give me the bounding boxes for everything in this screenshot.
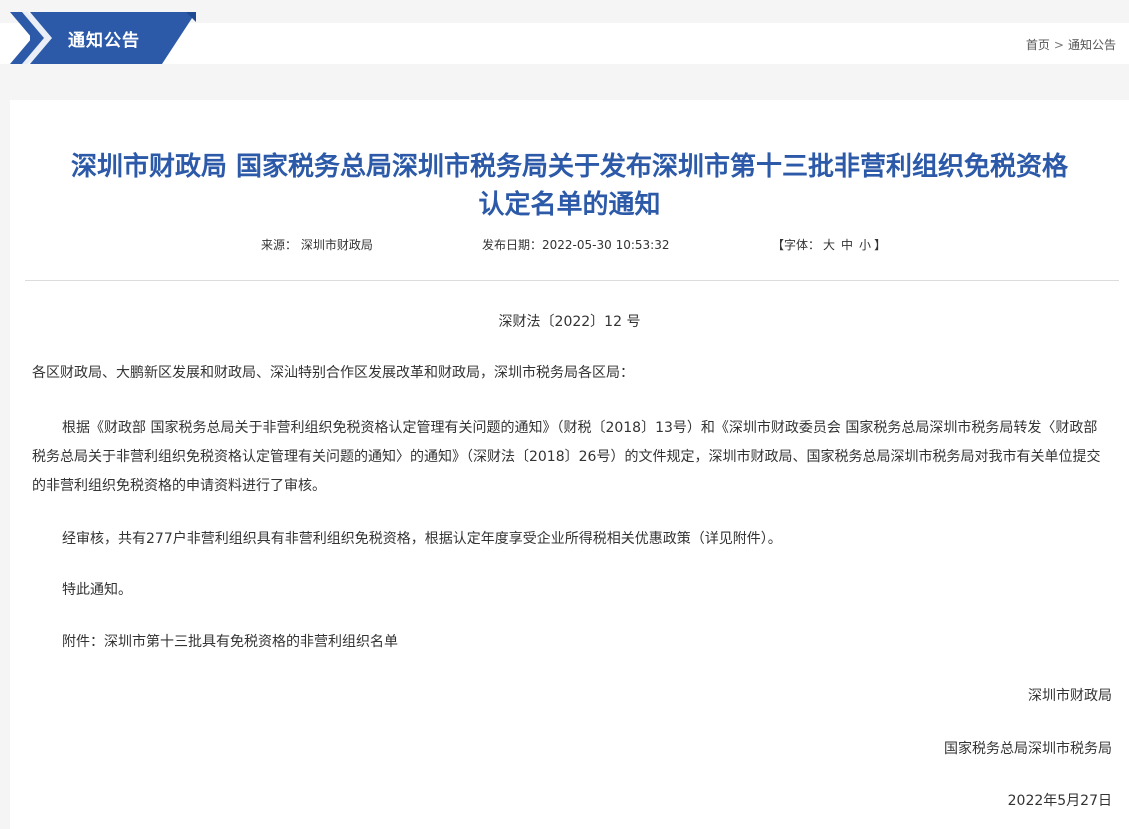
breadcrumb-separator: >: [1053, 38, 1064, 52]
article-title-line2: 认定名单的通知: [478, 190, 661, 220]
meta-date-label: 发布日期：: [482, 238, 543, 252]
meta-source-value: 深圳市财政局: [300, 238, 373, 252]
font-size-close: 】: [874, 238, 887, 252]
signature-date: 2022年5月27日: [1007, 793, 1112, 809]
breadcrumb-home-link[interactable]: 首页: [1026, 36, 1050, 53]
article-meta: 来源： 深圳市财政局 发布日期：2022-05-30 10:53:32 【字体：…: [10, 236, 1129, 252]
meta-date: 发布日期：2022-05-30 10:53:32: [482, 236, 669, 253]
addressee: 各区财政局、大鹏新区发展和财政局、深汕特别合作区发展改革和财政局，深圳市税务局各…: [32, 365, 634, 381]
breadcrumb: 首页 > 通知公告: [1026, 36, 1116, 53]
signature-tax-bureau: 国家税务总局深圳市税务局: [944, 741, 1112, 757]
body-paragraph-3: 特此通知。: [62, 582, 132, 598]
article-title-line1: 深圳市财政局 国家税务总局深圳市税务局关于发布深圳市第十三批非营利组织免税资格: [70, 152, 1069, 182]
body-paragraph-1: 根据《财政部 国家税务总局关于非营利组织免税资格认定管理有关问题的通知》（财税〔…: [32, 420, 1101, 494]
attachment-link[interactable]: 深圳市第十三批具有免税资格的非营利组织名单: [104, 634, 398, 650]
header-bar: 通知公告 首页 > 通知公告: [0, 0, 1129, 64]
body-paragraph-2: 经审核，共有277户非营利组织具有非营利组织免税资格，根据认定年度享受企业所得税…: [62, 531, 782, 547]
font-size-small-button[interactable]: 小: [859, 238, 871, 252]
title-divider: [25, 280, 1119, 281]
meta-source-label: 来源：: [261, 238, 298, 252]
attachment: 附件：深圳市第十三批具有免税资格的非营利组织名单: [62, 631, 398, 651]
breadcrumb-current-link[interactable]: 通知公告: [1068, 36, 1116, 53]
attachment-label: 附件：: [62, 634, 104, 650]
signature-finance-bureau: 深圳市财政局: [1028, 688, 1112, 704]
meta-source: 来源： 深圳市财政局: [261, 236, 373, 253]
font-size-large-button[interactable]: 大: [823, 238, 835, 252]
meta-date-value: 2022-05-30 10:53:32: [542, 238, 670, 252]
font-size-medium-button[interactable]: 中: [841, 238, 853, 252]
font-size-label: 【字体：: [772, 238, 821, 252]
section-title: 通知公告: [68, 31, 140, 51]
article-card: 深圳市财政局 国家税务总局深圳市税务局关于发布深圳市第十三批非营利组织免税资格 …: [10, 100, 1129, 829]
article-title: 深圳市财政局 国家税务总局深圳市税务局关于发布深圳市第十三批非营利组织免税资格 …: [10, 148, 1129, 224]
font-size-control: 【字体：大中小】: [772, 236, 886, 253]
document-number: 深财法〔2022〕12 号: [498, 314, 641, 330]
